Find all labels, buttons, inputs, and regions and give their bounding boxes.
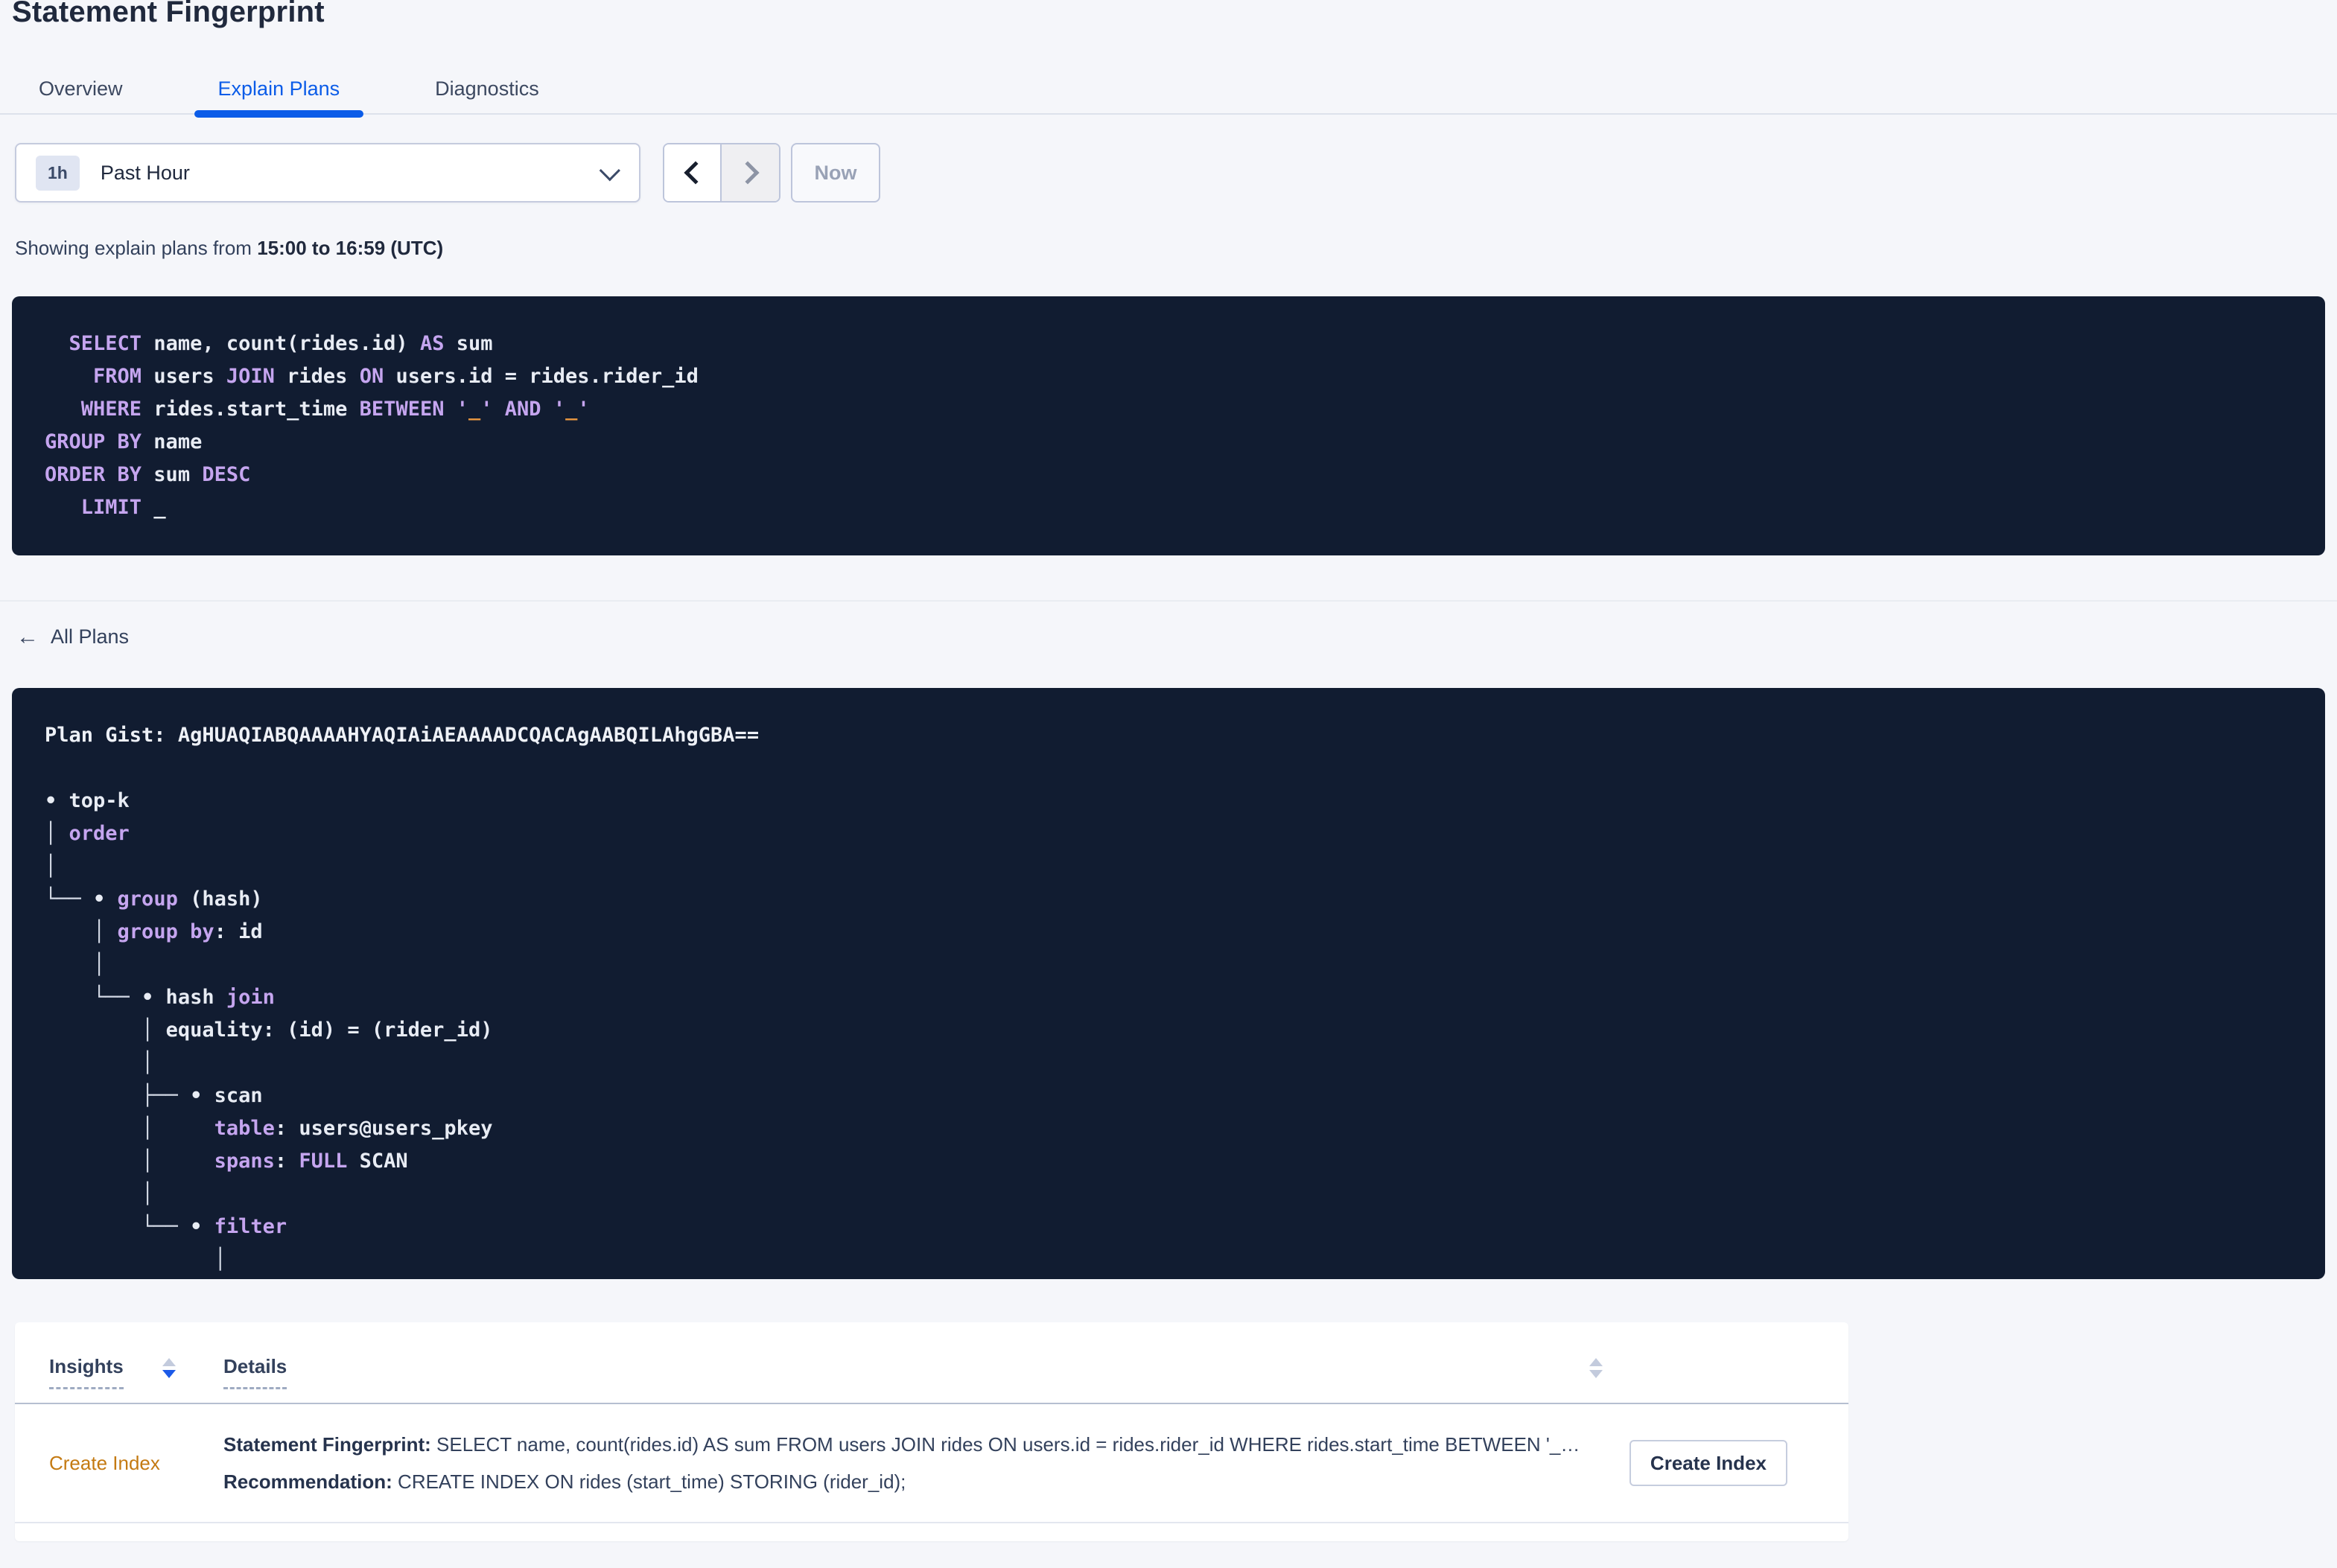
tab-diagnostics[interactable]: Diagnostics — [435, 63, 539, 113]
statement-fingerprint-page: Statement Fingerprint Overview Explain Pl… — [0, 0, 2337, 1568]
code-line: │ spans: FULL SCAN — [45, 1150, 408, 1173]
code-line: └── • group (hash) — [45, 887, 263, 911]
sort-up-triangle-icon — [162, 1358, 176, 1366]
showing-prefix: Showing explain plans from — [15, 237, 258, 259]
sort-down-triangle-icon — [162, 1370, 176, 1378]
code-line: │ order — [45, 822, 130, 845]
code-line: └── • filter — [45, 1215, 287, 1238]
next-interval-button[interactable] — [722, 144, 779, 201]
all-plans-label: All Plans — [51, 625, 130, 648]
time-interval-badge: 1h — [36, 155, 80, 191]
code-line: WHERE rides.start_time BETWEEN '_' AND '… — [80, 398, 590, 421]
tab-overview[interactable]: Overview — [39, 63, 123, 113]
recommendation-detail: Recommendation: CREATE INDEX ON rides (s… — [223, 1470, 906, 1493]
time-nav-group — [663, 143, 780, 203]
all-plans-link[interactable]: ← All Plans — [16, 625, 129, 648]
chevron-right-icon — [735, 161, 760, 185]
code-line: └── • hash join — [45, 986, 275, 1009]
page-title: Statement Fingerprint — [12, 0, 325, 28]
arrow-left-icon: ← — [16, 624, 39, 649]
code-line: ├── • scan — [45, 1084, 263, 1107]
create-index-button[interactable]: Create Index — [1629, 1440, 1787, 1486]
chevron-left-icon — [683, 161, 708, 185]
insights-column-label: Insights — [49, 1355, 124, 1389]
code-line: │ — [45, 953, 106, 976]
section-divider — [0, 600, 2337, 602]
code-line: │ table: users@users_pkey — [45, 1117, 493, 1140]
plan-gist-value: AgHUAQIABQAAAAHYAQIAiAEAAAADCQACAgAABQIL… — [177, 724, 760, 747]
details-column-label: Details — [223, 1355, 287, 1389]
plan-gist-line: Plan Gist: AgHUAQIABQAAAAHYAQIAiAEAAAADC… — [45, 724, 760, 747]
sort-up-triangle-icon — [1589, 1358, 1603, 1366]
create-index-link[interactable]: Create Index — [49, 1452, 223, 1475]
statement-fingerprint-detail: Statement Fingerprint: SELECT name, coun… — [223, 1433, 1580, 1456]
code-line: │ group by: id — [45, 920, 263, 943]
showing-range-text: Showing explain plans from 15:00 to 16:5… — [15, 237, 443, 260]
plan-tree: • top-k │ order │ └── • group (hash) │ grou… — [45, 785, 2292, 1276]
code-line: │ — [45, 1182, 154, 1205]
code-line: SELECT name, count(rides.id) AS sum — [69, 332, 493, 355]
time-interval-dropdown[interactable]: 1h Past Hour — [15, 143, 640, 203]
plan-gist-panel: Plan Gist: AgHUAQIABQAAAAHYAQIAiAEAAAADC… — [12, 688, 2325, 1279]
insights-table-header: Insights Details — [15, 1322, 1848, 1404]
previous-interval-button[interactable] — [664, 144, 722, 201]
code-line: GROUP BY name — [45, 430, 203, 453]
code-line: • top-k — [45, 789, 130, 812]
tab-bar: Overview Explain Plans Diagnostics — [0, 63, 2337, 118]
sort-icon-insights[interactable] — [162, 1358, 176, 1389]
insights-column-header[interactable]: Insights — [49, 1355, 223, 1389]
code-line: │ — [45, 855, 57, 878]
tab-explain-plans[interactable]: Explain Plans — [194, 63, 363, 118]
code-line: FROM users JOIN rides ON users.id = ride… — [93, 365, 699, 388]
showing-range: 15:00 to 16:59 (UTC) — [257, 237, 444, 259]
code-line: │ — [45, 1248, 226, 1271]
sort-down-triangle-icon — [1589, 1370, 1603, 1378]
now-button[interactable]: Now — [791, 143, 880, 203]
time-interval-label: Past Hour — [100, 161, 190, 184]
sort-icon-details[interactable] — [1589, 1358, 1603, 1378]
sql-statement-panel: SELECT name, count(rides.id) AS sum FROM… — [12, 296, 2325, 555]
code-line: LIMIT _ — [80, 496, 166, 519]
code-line: │ — [45, 1051, 154, 1074]
details-column-header[interactable]: Details — [223, 1355, 287, 1389]
insights-card: Insights Details Create Index Statement … — [15, 1322, 1848, 1541]
chevron-down-icon — [599, 160, 620, 182]
code-line: ORDER BY sum DESC — [45, 463, 251, 486]
insight-details-cell: Statement Fingerprint: SELECT name, coun… — [223, 1426, 1607, 1500]
insight-table-row: Create Index Statement Fingerprint: SELE… — [15, 1404, 1848, 1523]
code-line: │ equality: (id) = (rider_id) — [45, 1019, 493, 1042]
